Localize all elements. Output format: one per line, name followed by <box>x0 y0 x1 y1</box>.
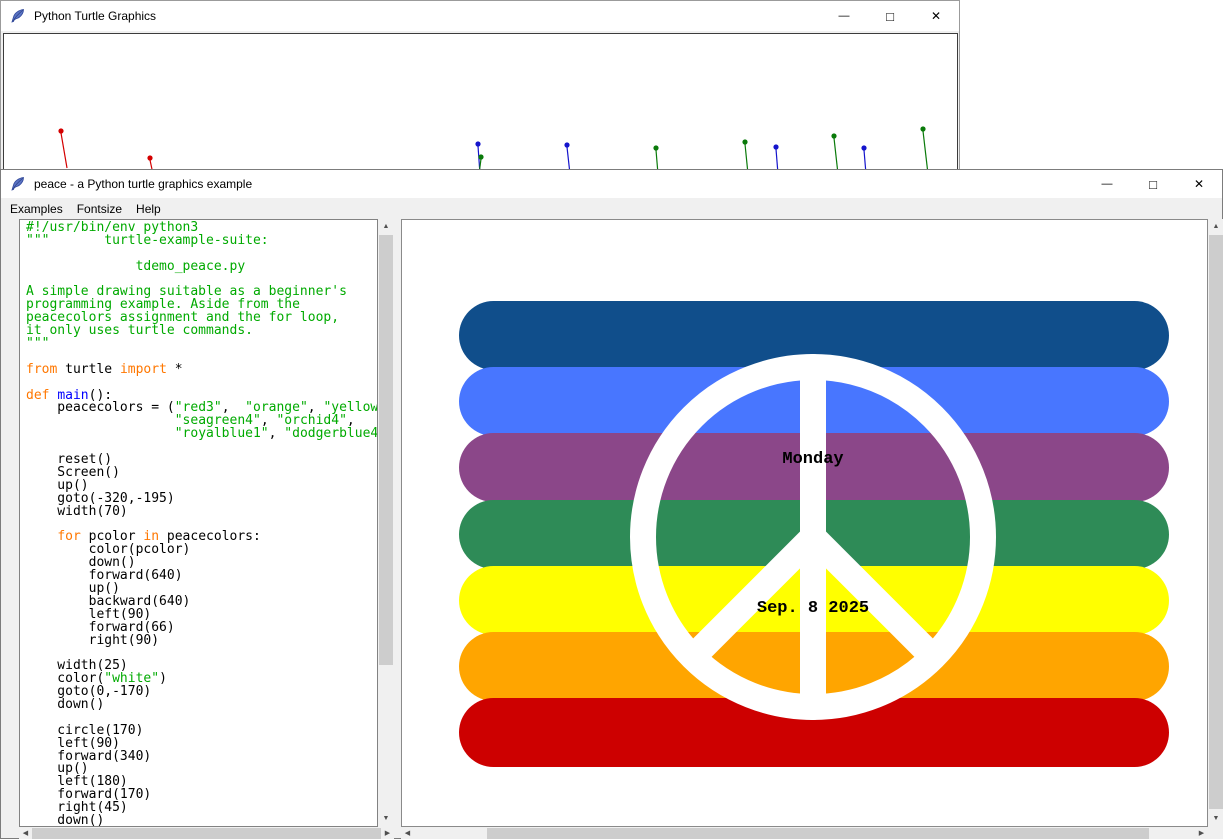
peace-symbol <box>402 220 1208 827</box>
peace-symbol-strokes <box>643 367 983 707</box>
code-line: right(90) <box>26 635 377 648</box>
desktop: Python Turtle Graphics — □ ✕ peace - a P… <box>0 0 1223 839</box>
scroll-right-icon[interactable]: ▶ <box>1195 827 1208 839</box>
code-line: "royalblue1", "dodgerblue4") <box>26 428 377 441</box>
scrollbar-corner <box>1208 827 1223 839</box>
code-line: width(70) <box>26 506 377 519</box>
scrollbar-thumb[interactable] <box>32 828 381 839</box>
menu-bar: ExamplesFontsizeHelp <box>1 198 1222 219</box>
turtle-canvas <box>3 33 958 174</box>
day-label: Monday <box>782 450 843 469</box>
minimize-button[interactable]: — <box>821 1 867 31</box>
code-line: from turtle import * <box>26 364 377 377</box>
menu-item-fontsize[interactable]: Fontsize <box>70 200 129 218</box>
scroll-down-icon[interactable]: ▼ <box>1208 811 1223 827</box>
scrollbar-thumb[interactable] <box>487 828 1149 839</box>
code-line: """ <box>26 338 377 351</box>
code-vertical-scrollbar[interactable]: ▲ ▼ <box>378 219 394 827</box>
scroll-right-icon[interactable]: ▶ <box>381 827 394 839</box>
menu-item-help[interactable]: Help <box>129 200 168 218</box>
scroll-left-icon[interactable]: ◀ <box>19 827 32 839</box>
maximize-button[interactable]: □ <box>1130 170 1176 198</box>
pins-svg <box>4 34 957 173</box>
code-line: down() <box>26 699 377 712</box>
scroll-left-icon[interactable]: ◀ <box>401 827 414 839</box>
peace-window-title: peace - a Python turtle graphics example <box>34 177 252 191</box>
code-line: """ turtle-example-suite: <box>26 235 377 248</box>
peace-demo-window: peace - a Python turtle graphics example… <box>0 169 1223 839</box>
peace-canvas: Monday Sep. 8 2025 <box>401 219 1208 827</box>
scroll-up-icon[interactable]: ▲ <box>378 219 394 235</box>
code-line: tdemo_peace.py <box>26 261 377 274</box>
menu-item-examples[interactable]: Examples <box>3 200 70 218</box>
scrollbar-thumb[interactable] <box>1209 235 1223 809</box>
code-line: it only uses turtle commands. <box>26 325 377 338</box>
canvas-horizontal-scrollbar[interactable]: ◀ ▶ <box>401 827 1208 839</box>
close-button[interactable]: ✕ <box>1176 170 1222 198</box>
date-label: Sep. 8 2025 <box>757 599 869 618</box>
tk-feather-icon <box>10 8 26 24</box>
maximize-button[interactable]: □ <box>867 1 913 31</box>
tk-feather-icon <box>10 176 26 192</box>
code-line: down() <box>26 815 377 827</box>
turtle-graphics-window: Python Turtle Graphics — □ ✕ <box>0 0 960 174</box>
peace-window-titlebar[interactable]: peace - a Python turtle graphics example… <box>1 170 1222 198</box>
scrollbar-thumb[interactable] <box>379 235 393 665</box>
turtle-window-title: Python Turtle Graphics <box>34 9 156 23</box>
close-button[interactable]: ✕ <box>913 1 959 31</box>
scroll-up-icon[interactable]: ▲ <box>1208 219 1223 235</box>
turtle-window-titlebar[interactable]: Python Turtle Graphics — □ ✕ <box>1 1 959 31</box>
canvas-vertical-scrollbar[interactable]: ▲ ▼ <box>1208 219 1223 827</box>
minimize-button[interactable]: — <box>1084 170 1130 198</box>
code-text[interactable]: #!/usr/bin/env python3""" turtle-example… <box>19 219 378 827</box>
code-horizontal-scrollbar[interactable]: ◀ ▶ <box>19 827 394 839</box>
scroll-down-icon[interactable]: ▼ <box>378 811 394 827</box>
